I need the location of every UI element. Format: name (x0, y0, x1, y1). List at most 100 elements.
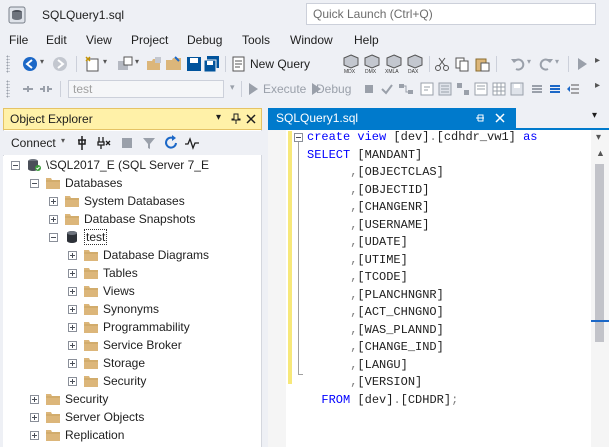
expand-icon[interactable] (68, 250, 77, 260)
quick-launch-input[interactable] (306, 3, 596, 25)
scroll-up-icon[interactable]: ▲ (596, 148, 605, 158)
comment-out-icon[interactable] (530, 82, 544, 96)
open-folder-icon[interactable] (165, 55, 183, 73)
results-to-file-icon[interactable] (510, 82, 524, 96)
expand-icon[interactable] (68, 304, 77, 314)
dmx-query-icon[interactable]: DMX (363, 54, 381, 74)
disconnect-icon[interactable] (95, 135, 111, 151)
split-button-icon[interactable]: ▾ (596, 132, 601, 143)
results-to-grid-icon[interactable] (492, 82, 506, 96)
tree-node[interactable]: Server Objects (30, 408, 144, 426)
dax-query-icon[interactable]: DAX (406, 54, 424, 74)
expand-icon[interactable] (68, 322, 77, 332)
paste-icon[interactable] (474, 56, 490, 72)
menu-project[interactable]: Project (131, 33, 168, 47)
undo-icon[interactable] (510, 56, 526, 72)
tree-node[interactable]: Replication (30, 426, 124, 444)
save-icon[interactable] (185, 55, 203, 73)
close-panel-icon[interactable] (246, 114, 256, 124)
toolbar-gripper[interactable] (6, 55, 10, 73)
collapse-icon[interactable] (30, 178, 39, 188)
collapse-icon[interactable] (49, 232, 58, 242)
tree-node[interactable]: Storage (68, 354, 145, 372)
expand-icon[interactable] (30, 430, 39, 440)
disconnect-icon[interactable] (38, 81, 54, 97)
decrease-indent-icon[interactable] (566, 82, 580, 96)
tree-node[interactable]: Database Diagrams (68, 246, 209, 264)
new-query-icon[interactable] (231, 56, 247, 72)
tree-node[interactable]: test (49, 228, 108, 246)
new-project-icon[interactable] (84, 55, 102, 73)
tree-node[interactable]: Database Snapshots (49, 210, 195, 228)
tree-node[interactable]: System Databases (49, 192, 185, 210)
tab-dropdown-icon[interactable]: ▾ (592, 110, 597, 121)
tree-node[interactable]: Views (68, 282, 135, 300)
display-estimated-plan-icon[interactable] (398, 82, 414, 96)
collapse-region-icon[interactable] (294, 133, 303, 142)
redo-icon[interactable] (538, 56, 554, 72)
add-item-dropdown-icon[interactable]: ▾ (135, 57, 139, 66)
results-to-text-icon[interactable] (474, 82, 488, 96)
scroll-thumb[interactable] (595, 164, 604, 342)
mdx-query-icon[interactable]: MDX (342, 54, 360, 74)
menu-tools[interactable]: Tools (242, 33, 270, 47)
expand-icon[interactable] (30, 412, 39, 422)
connect-object-explorer-icon[interactable] (75, 135, 89, 151)
filter-icon[interactable] (142, 136, 156, 150)
expand-icon[interactable] (68, 376, 77, 386)
menu-window[interactable]: Window (290, 33, 333, 47)
undo-dropdown-icon[interactable]: ▾ (527, 57, 531, 66)
auto-hide-pin-icon[interactable] (230, 113, 242, 125)
expand-icon[interactable] (68, 268, 77, 278)
start-icon[interactable] (574, 56, 590, 72)
tree-node[interactable]: Security (68, 372, 146, 390)
tree-node[interactable]: Tables (68, 264, 138, 282)
forward-icon[interactable] (52, 56, 68, 72)
parse-icon[interactable] (380, 82, 394, 96)
tree-node[interactable]: Synonyms (68, 300, 159, 318)
tab-sqlquery1[interactable]: SQLQuery1.sql (268, 108, 516, 128)
connect-dropdown-icon[interactable]: ▾ (61, 136, 65, 145)
panel-menu-icon[interactable]: ▾ (216, 112, 221, 123)
query-options-icon[interactable] (438, 82, 452, 96)
tab-pin-icon[interactable] (475, 113, 485, 123)
execute-icon[interactable] (247, 82, 259, 96)
toolbar-gripper[interactable] (6, 80, 10, 98)
menu-debug[interactable]: Debug (187, 33, 222, 47)
menu-help[interactable]: Help (354, 33, 379, 47)
expand-icon[interactable] (68, 358, 77, 368)
tree-node[interactable]: Databases (30, 174, 122, 192)
debug-button[interactable]: Debug (316, 82, 351, 96)
available-databases-combo[interactable]: test (68, 80, 224, 98)
menu-edit[interactable]: Edit (46, 33, 67, 47)
copy-icon[interactable] (454, 56, 470, 72)
tree-node[interactable]: Service Broker (68, 336, 182, 354)
toolbar2-overflow-icon[interactable]: ▸ (595, 80, 600, 91)
cancel-query-icon[interactable] (364, 84, 374, 94)
menu-file[interactable]: File (9, 33, 28, 47)
xmla-query-icon[interactable]: XMLA (384, 54, 404, 74)
expand-icon[interactable] (68, 340, 77, 350)
stop-icon[interactable] (120, 136, 134, 150)
expand-icon[interactable] (49, 196, 58, 206)
expand-icon[interactable] (49, 214, 58, 224)
back-dropdown-icon[interactable]: ▾ (40, 57, 44, 66)
cut-icon[interactable] (434, 56, 450, 72)
connect-icon[interactable] (20, 81, 36, 97)
open-file-icon[interactable] (145, 55, 163, 73)
back-icon[interactable] (22, 56, 38, 72)
collapse-icon[interactable] (11, 160, 20, 170)
refresh-icon[interactable] (163, 135, 179, 151)
execute-button[interactable]: Execute (263, 82, 306, 96)
new-project-dropdown-icon[interactable]: ▾ (103, 57, 107, 66)
tree-node[interactable]: \SQL2017_E (SQL Server 7_E (11, 156, 209, 174)
tab-close-icon[interactable] (495, 113, 505, 123)
menu-view[interactable]: View (86, 33, 112, 47)
connect-button[interactable]: Connect (11, 136, 56, 150)
database-combo-chevron-icon[interactable]: ▾ (230, 82, 235, 93)
new-query-button[interactable]: New Query (250, 57, 310, 71)
add-item-icon[interactable] (116, 55, 134, 73)
include-actual-plan-icon[interactable] (456, 82, 470, 96)
activity-monitor-icon[interactable] (184, 135, 200, 151)
uncomment-icon[interactable] (548, 82, 562, 96)
